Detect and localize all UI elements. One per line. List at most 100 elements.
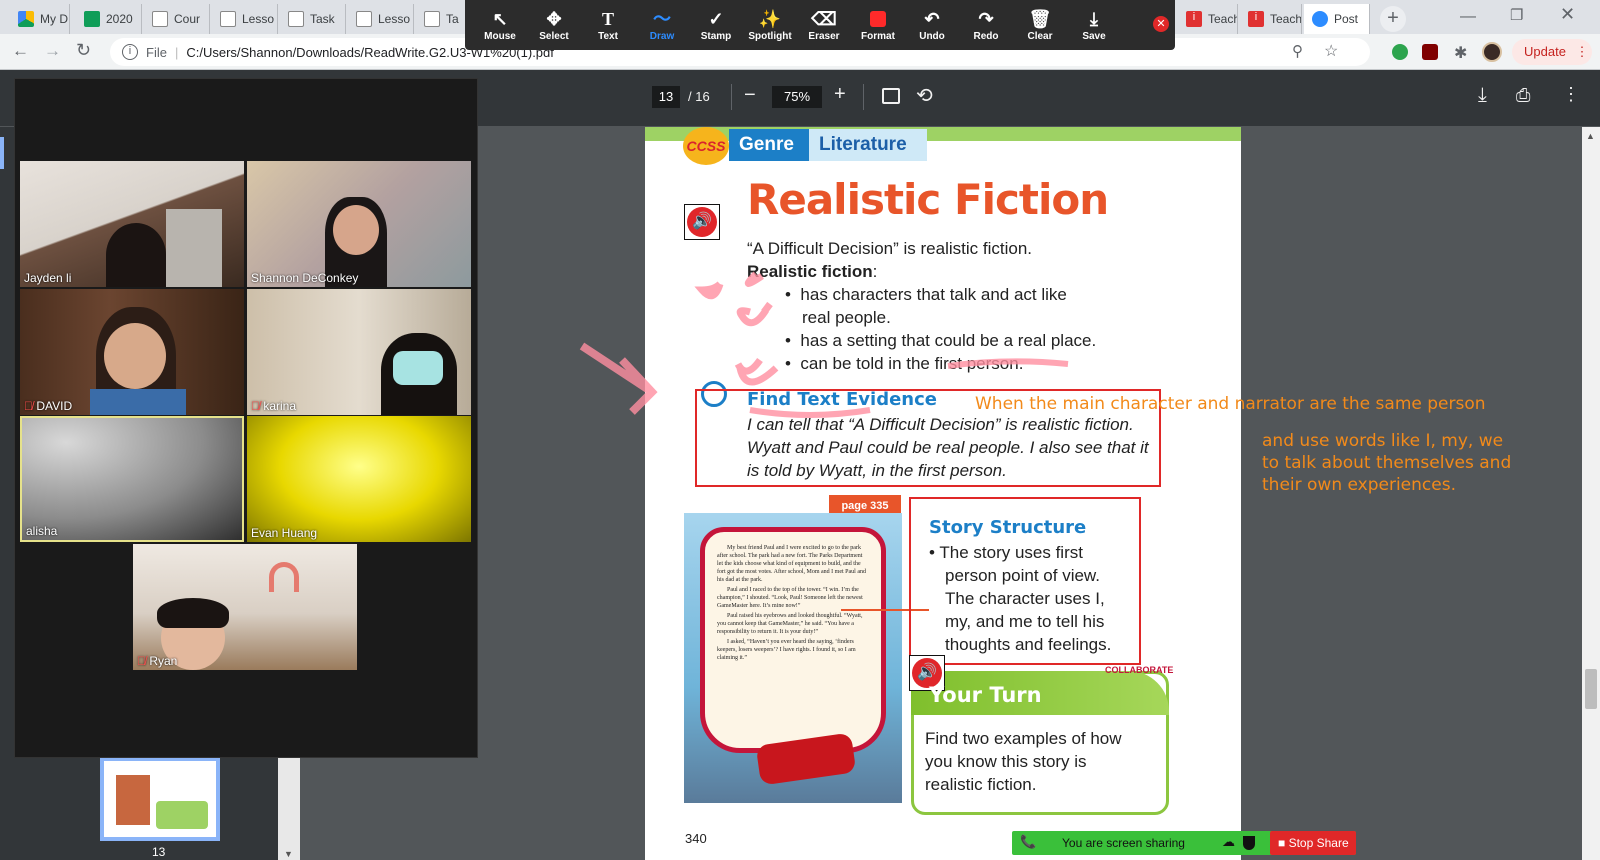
video-tile-ryan[interactable]: 🎙̸ Ryan	[133, 544, 357, 670]
squiggle-icon: 〜	[653, 8, 671, 29]
video-tile-david[interactable]: 🎙̸ DAVID	[20, 289, 244, 415]
tool-format[interactable]: Format	[851, 0, 905, 50]
undo-icon: ↶	[924, 8, 940, 29]
structure-line-4: my, and me to tell his	[945, 612, 1105, 631]
muted-mic-icon: 🎙̸	[251, 399, 260, 413]
your-turn-title: Your Turn	[929, 683, 1042, 707]
muted-mic-icon: 🎙̸	[137, 654, 146, 668]
tab-8[interactable]: i Teach	[1240, 4, 1302, 34]
tool-select[interactable]: ✥ Select	[527, 0, 581, 50]
video-tile-karina[interactable]: 🎙̸ karina	[247, 289, 471, 415]
file-label: File	[146, 44, 167, 60]
genre-label: Genre	[729, 129, 809, 161]
extension-icon[interactable]	[1392, 44, 1408, 60]
divider	[863, 84, 864, 110]
annotation-note-2: and use words like I, my, we to talk abo…	[1262, 431, 1512, 495]
pointer-arrow-mark	[579, 342, 658, 415]
structure-line-1: • The story uses first	[929, 543, 1083, 562]
zoom-icon	[1312, 11, 1328, 27]
update-button[interactable]: Update ⋮	[1512, 39, 1592, 65]
fit-page-icon[interactable]	[882, 88, 900, 104]
your-turn-line-2: you know this story is	[925, 752, 1087, 771]
close-window-icon[interactable]: ✕	[1560, 4, 1575, 25]
participant-name: 🎙̸ DAVID	[24, 399, 73, 413]
print-icon[interactable]: ⎙	[1516, 85, 1530, 106]
video-tile-evan[interactable]: Evan Huang	[247, 416, 471, 542]
check-mark	[736, 301, 773, 327]
tool-stamp[interactable]: ✓ Stamp	[689, 0, 743, 50]
stop-share-button[interactable]: ■ Stop Share	[1270, 831, 1356, 855]
tool-clear[interactable]: 🗑 Clear	[1013, 0, 1067, 50]
scroll-up-icon[interactable]: ▲	[1586, 131, 1595, 141]
wand-icon: ✨	[758, 8, 782, 29]
structure-line-2: person point of view.	[945, 566, 1100, 585]
tab-6[interactable]: Ta	[416, 4, 466, 34]
underline-mark	[749, 407, 871, 418]
participant-name: 🎙̸ Ryan	[137, 654, 178, 668]
puzzle-icon[interactable]: ✱	[1454, 43, 1467, 63]
tool-spotlight[interactable]: ✨ Spotlight	[743, 0, 797, 50]
ublock-icon[interactable]	[1422, 44, 1438, 60]
story-paragraph: Paul raised his eyebrows and looked thou…	[717, 613, 863, 635]
minimize-icon[interactable]: —	[1460, 8, 1476, 26]
download-icon[interactable]: ⤓	[1478, 84, 1487, 107]
story-paragraph: Paul and I raced to the top of the tower…	[717, 587, 863, 609]
tool-undo[interactable]: ↶ Undo	[905, 0, 959, 50]
video-tile-jayden[interactable]: Jayden li	[20, 161, 244, 287]
tool-eraser[interactable]: ⌫ Eraser	[797, 0, 851, 50]
bookmark-star-icon[interactable]: ☆	[1324, 41, 1338, 61]
more-menu-icon[interactable]: ⋮	[1562, 84, 1580, 105]
tab-7[interactable]: i Teach	[1178, 4, 1238, 34]
audio-button[interactable]: 🔊	[684, 204, 720, 240]
video-tile-shannon[interactable]: Shannon DeConkey	[247, 161, 471, 287]
sidebar-indicator	[0, 137, 4, 169]
zoom-in-icon[interactable]: +	[834, 83, 846, 106]
zoom-input[interactable]: 75%	[772, 86, 822, 108]
genre-value: Literature	[809, 129, 927, 161]
tool-mouse[interactable]: ↖ Mouse	[473, 0, 527, 50]
close-toolbar-icon[interactable]: ✕	[1153, 16, 1169, 32]
participant-name: 🎙̸ karina	[251, 399, 297, 413]
muted-mic-icon: 🎙̸	[24, 399, 33, 413]
tab-0[interactable]: My D	[10, 4, 70, 34]
doc-icon	[152, 11, 168, 27]
page-scrollbar[interactable]: ▲	[1582, 127, 1600, 860]
tab-4[interactable]: Task	[280, 4, 346, 34]
tool-redo[interactable]: ↷ Redo	[959, 0, 1013, 50]
back-icon[interactable]: ←	[12, 41, 29, 61]
your-turn-line-3: realistic fiction.	[925, 775, 1037, 794]
page-thumbnail[interactable]	[100, 757, 220, 841]
tab-5[interactable]: Lesso	[348, 4, 414, 34]
tool-text[interactable]: T Text	[581, 0, 635, 50]
share-status: You are screen sharing	[1062, 836, 1185, 850]
restore-icon[interactable]: ❐	[1510, 6, 1523, 24]
forward-icon[interactable]: →	[44, 41, 61, 61]
participant-name: Shannon DeConkey	[251, 271, 359, 285]
zoom-lens-icon[interactable]: ⚲	[1292, 42, 1303, 60]
tab-2[interactable]: Cour	[144, 4, 210, 34]
page-number-input[interactable]: 13	[652, 86, 680, 108]
tab-3[interactable]: Lesso	[212, 4, 278, 34]
doc-icon	[424, 11, 440, 27]
info-icon[interactable]: i	[122, 44, 138, 60]
page-number: 340	[685, 831, 707, 846]
separator: |	[174, 44, 179, 60]
rotate-icon[interactable]: ⟲	[916, 83, 933, 108]
scroll-thumb[interactable]	[1585, 669, 1597, 709]
phone-icon: 📞	[1020, 834, 1037, 849]
page-title: Realistic Fiction	[747, 175, 1109, 224]
move-icon: ✥	[546, 8, 562, 29]
tab-9[interactable]: Post	[1304, 4, 1370, 34]
avatar[interactable]	[1482, 42, 1502, 62]
your-turn-line-1: Find two examples of how	[925, 729, 1122, 748]
tool-draw[interactable]: 〜 Draw	[635, 0, 689, 50]
reload-icon[interactable]: ↻	[76, 40, 91, 61]
divider	[731, 84, 732, 110]
video-tile-alisha[interactable]: alisha	[20, 416, 244, 542]
scroll-down-icon[interactable]: ▼	[284, 849, 293, 859]
rainbow-icon	[269, 562, 299, 592]
tab-1[interactable]: 2020	[76, 4, 142, 34]
new-tab-icon[interactable]: +	[1380, 6, 1406, 32]
zoom-out-icon[interactable]: −	[744, 84, 756, 107]
tool-save[interactable]: ⤓ Save	[1067, 0, 1121, 50]
